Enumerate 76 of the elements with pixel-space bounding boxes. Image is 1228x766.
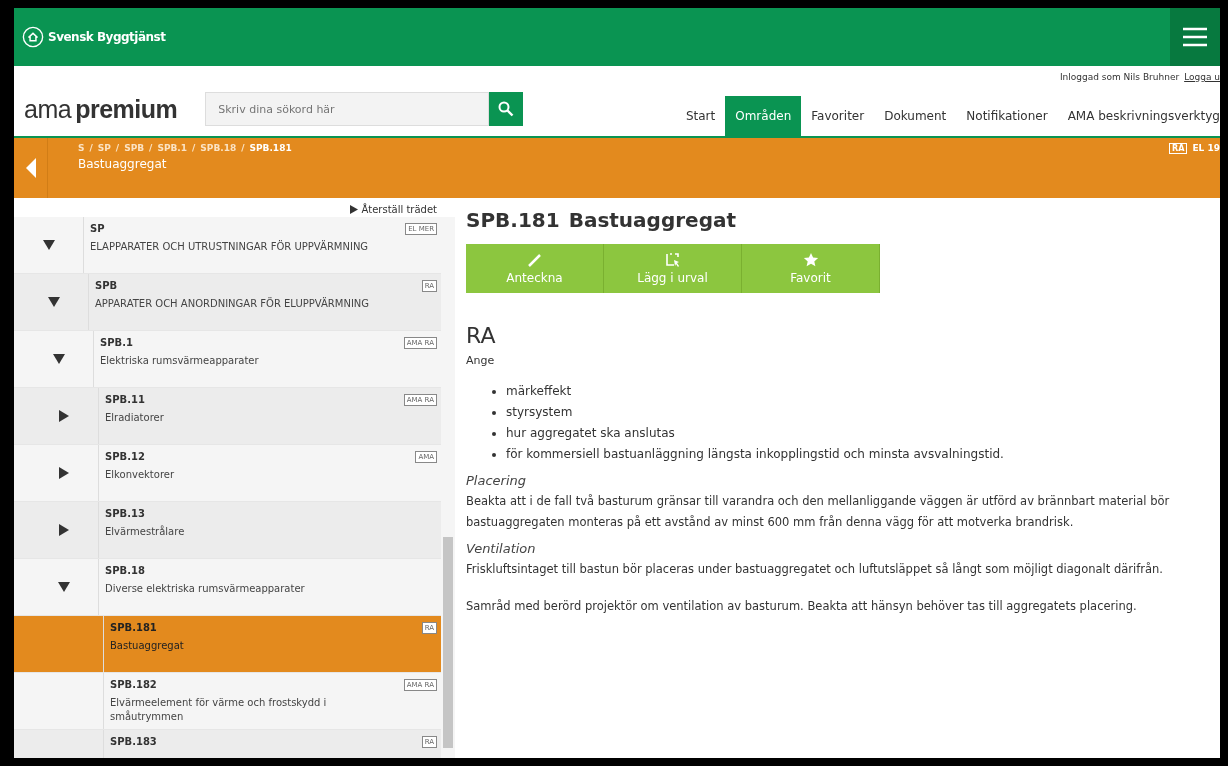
breadcrumb-separator: /	[149, 143, 153, 153]
nav-tab[interactable]: AMA beskrivningsverktyg	[1057, 96, 1220, 136]
paragraph: Beakta att i de fall två basturum gränsar till varandra och den mellanliggande väggen är utförd av brännbart material bör bastuaggregaten monteras på ett avstånd av minst 600 mm från denna vägg för att motverka brandrisk.	[466, 493, 1171, 531]
item-title: ELAPPARATER OCH UTRUSTNINGAR FÖR UPPVÄRMNING	[90, 240, 370, 254]
tree-item[interactable]: SPB.18 Diverse elektriska rumsvärmeapparater	[14, 559, 441, 616]
triangle-down-icon[interactable]	[57, 581, 70, 593]
list-item-text: hur aggregatet ska anslutas	[506, 425, 675, 442]
edition-badge: RA	[1169, 143, 1188, 154]
item-title: Elvärmeelement för värme och frostskydd i småutrymmen	[110, 696, 328, 724]
breadcrumb-title: Bastuaggregat	[78, 157, 168, 171]
edition-label: EL 19	[1192, 143, 1220, 153]
intro-text: Ange	[466, 354, 496, 367]
brand-name[interactable]: Svensk Byggtjänst	[48, 30, 166, 44]
paragraph: Samråd med berörd projektör om ventilation av basturum. Beakta att hänsyn behöver tas till aggregatets placering.	[466, 598, 1138, 615]
item-code: SPB	[95, 280, 119, 291]
section-heading: RA	[466, 323, 497, 348]
item-title: Elkonvektorer	[105, 468, 176, 482]
bullet-icon	[492, 410, 496, 415]
reset-tree-link[interactable]: Återställ trädet	[361, 204, 437, 215]
tree-item[interactable]: SPB.13 Elvärmestrålare	[14, 502, 441, 559]
bullet-icon	[492, 389, 496, 394]
breadcrumb-separator: /	[115, 143, 120, 153]
triangle-right-icon[interactable]	[57, 524, 70, 536]
item-code: SPB.13	[105, 508, 146, 519]
item-code: SPB.11	[105, 394, 146, 405]
triangle-down-icon[interactable]	[52, 353, 65, 365]
nav-tab[interactable]: Favoriter	[801, 96, 875, 136]
item-code: SP	[90, 223, 106, 234]
breadcrumb-separator: /	[192, 143, 196, 153]
list-item-text: för kommersiell bastuanläggning längsta inkopplingstid och minsta avsvalningstid.	[506, 446, 1004, 463]
item-title: Elektriska rumsvärmeapparater	[100, 354, 260, 368]
list-item-text: märkeffekt	[506, 383, 572, 400]
search-button[interactable]	[489, 92, 524, 126]
item-title: Diverse elektriska rumsvärmeapparater	[105, 582, 306, 596]
nav-tab[interactable]: Dokument	[874, 96, 957, 136]
bullet-icon	[492, 452, 496, 457]
breadcrumb-separator: /	[89, 143, 93, 153]
search-icon	[498, 101, 515, 117]
selection-icon	[664, 252, 681, 268]
search-field[interactable]: Skriv dina sökord här	[205, 92, 490, 126]
list-item-text: styrsystem	[506, 404, 573, 421]
menu-button[interactable]	[1170, 8, 1220, 66]
triangle-down-icon[interactable]	[47, 296, 60, 308]
item-code: SPB.181	[110, 622, 158, 633]
triangle-right-icon	[350, 205, 359, 214]
triangle-right-icon[interactable]	[57, 410, 70, 422]
triangle-down-icon[interactable]	[42, 239, 55, 251]
bullet-icon	[492, 431, 496, 436]
paragraph: Friskluftsintaget till bastun bör placeras under bastuaggregatet och luftutsläppet så långt som möjligt diagonalt därifrån.	[466, 561, 1164, 578]
item-title: Elradiatorer	[105, 411, 165, 425]
logo[interactable]: ama premium	[24, 94, 178, 124]
subsection-heading: Placering	[466, 473, 527, 488]
item-title: APPARATER OCH ANORDNINGAR FÖR ELUPPVÄRMNING	[95, 297, 371, 311]
item-code: SPB.183	[110, 736, 158, 747]
item-code: SPB.18	[105, 565, 146, 576]
nav-tab[interactable]: Notifikationer	[956, 96, 1058, 136]
article-title: Bastuaggregat	[568, 208, 737, 232]
logged-in-text: Inloggad som Nils Bruhner	[1059, 72, 1180, 82]
menu-icon	[1182, 27, 1208, 47]
pencil-icon	[526, 252, 543, 268]
house-circle-icon	[22, 26, 44, 48]
item-code: SPB.12	[105, 451, 146, 462]
article-code: SPB.181	[466, 208, 560, 232]
item-code: SPB.182	[110, 679, 158, 690]
star-icon	[802, 252, 819, 268]
triangle-right-icon[interactable]	[57, 467, 70, 479]
nav-tab[interactable]: Start	[675, 96, 726, 136]
caret-left-icon	[25, 158, 36, 178]
nav-tab[interactable]: Områden	[725, 96, 802, 136]
item-code: SPB.1	[100, 337, 134, 348]
item-title: Elvärmestrålare	[105, 525, 186, 539]
subsection-heading: Ventilation	[466, 541, 537, 556]
item-title: Bastuaggregat	[110, 639, 185, 653]
logout-link[interactable]: Logga u	[1184, 72, 1220, 82]
scrollbar[interactable]	[441, 217, 455, 758]
breadcrumb-separator: /	[241, 143, 245, 153]
